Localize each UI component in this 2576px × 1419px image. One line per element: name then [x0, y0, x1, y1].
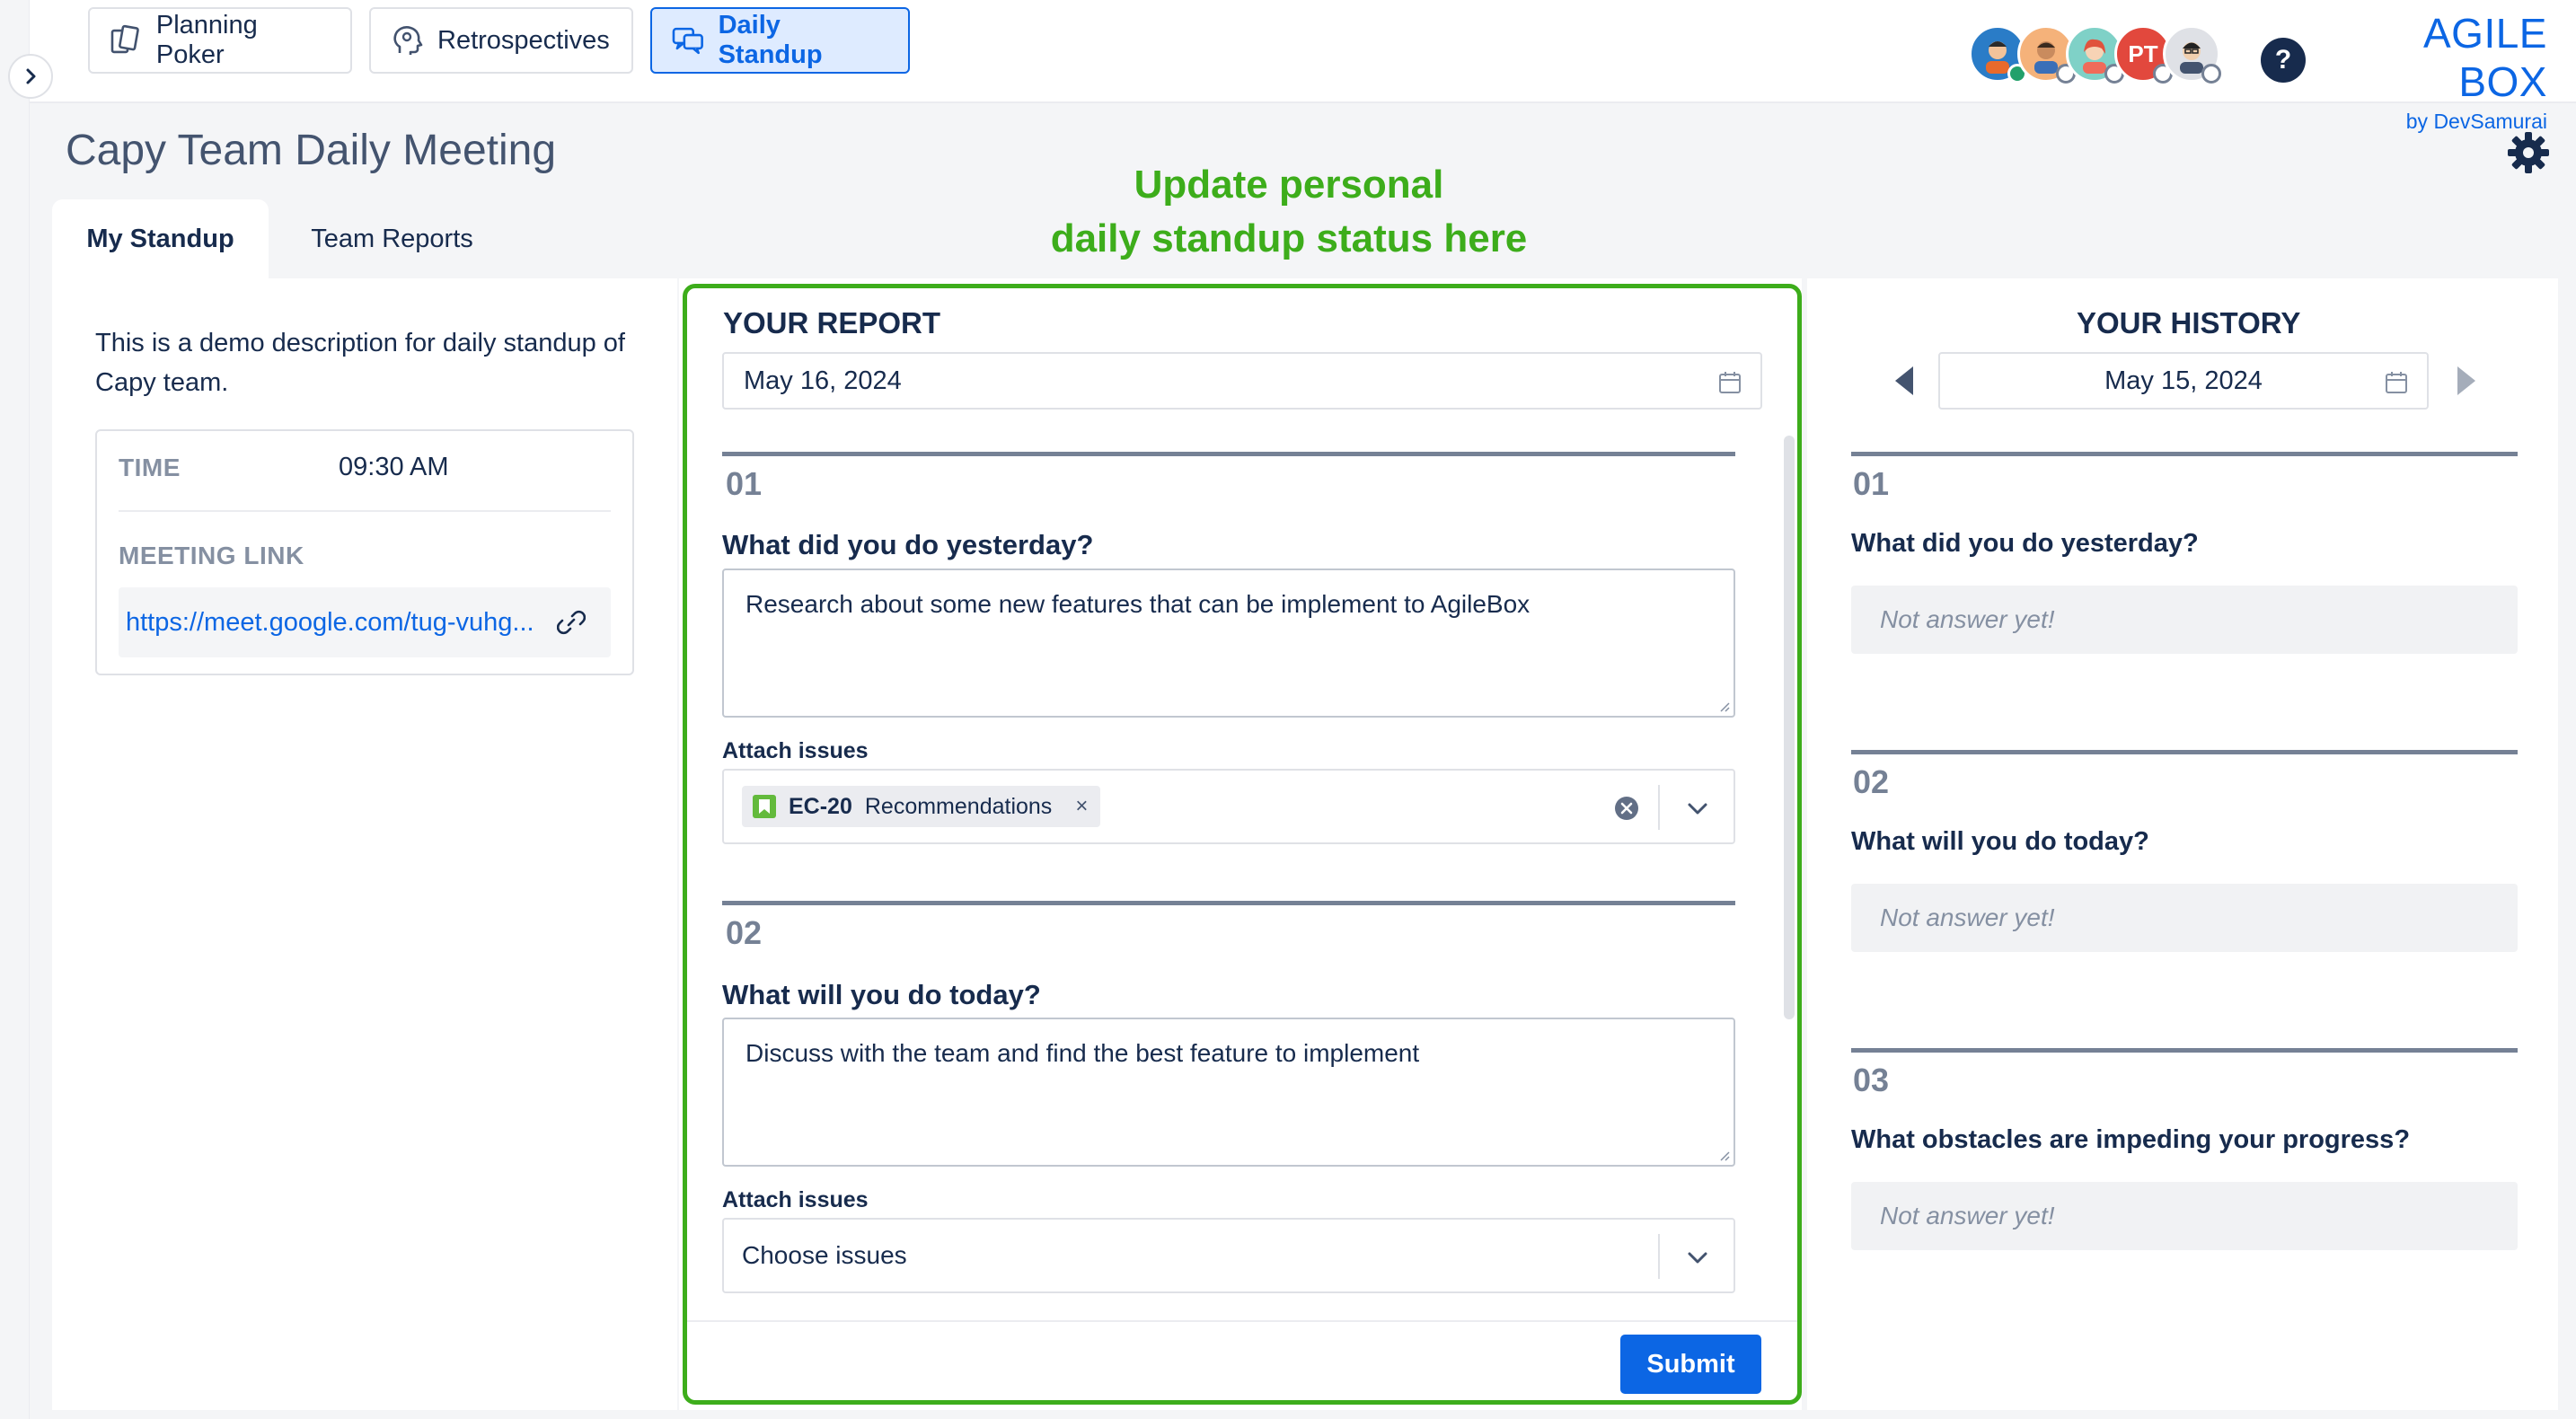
history-number: 02 [1853, 763, 1890, 800]
select-divider [1658, 785, 1660, 830]
annotation-line-2: daily standup status here [1050, 216, 1528, 260]
history-date: May 15, 2024 [2104, 366, 2263, 395]
brand-logo: AGILE BOX by DevSamurai [2332, 9, 2547, 134]
link-icon[interactable] [557, 608, 586, 637]
issue-key: EC-20 [789, 793, 852, 819]
tab-label: Team Reports [311, 224, 473, 253]
your-history-heading: YOUR HISTORY [2077, 306, 2301, 339]
history-divider [1851, 452, 2518, 456]
daily-standup-button[interactable]: Daily Standup [650, 7, 910, 74]
chevron-right-icon [26, 68, 36, 84]
your-report-heading: YOUR REPORT [723, 306, 941, 339]
question-number: 02 [726, 914, 763, 951]
retrospectives-label: Retrospectives [437, 25, 610, 55]
story-icon [753, 795, 776, 818]
history-number: 01 [1853, 465, 1890, 502]
history-question: What obstacles are impeding your progres… [1851, 1125, 2411, 1154]
report-scrollbar[interactable] [1784, 436, 1795, 1019]
calendar-icon [2386, 372, 2407, 393]
footer-divider [686, 1320, 1797, 1322]
clear-icon[interactable] [1613, 795, 1640, 822]
yesterday-answer-textarea[interactable]: Research about some new features that ca… [722, 568, 1735, 718]
meeting-link[interactable]: https://meet.google.com/tug-vuhg... [126, 608, 539, 638]
head-icon [393, 26, 423, 55]
tab-my-standup[interactable]: My Standup [52, 199, 269, 278]
meeting-link-box: https://meet.google.com/tug-vuhg... [119, 587, 611, 657]
report-date: May 16, 2024 [744, 366, 902, 395]
history-answer: Not answer yet! [1851, 1182, 2518, 1250]
select-placeholder: Choose issues [742, 1241, 907, 1269]
daily-standup-label: Daily Standup [718, 11, 823, 69]
resize-handle-icon[interactable] [1717, 1149, 1730, 1161]
history-question: What will you do today? [1851, 827, 2149, 856]
issue-chip: EC-20 Recommendations × [742, 786, 1101, 827]
history-date-picker[interactable]: May 15, 2024 [1938, 352, 2429, 410]
participants-avatars[interactable]: PT [1969, 25, 2221, 84]
help-icon: ? [2274, 45, 2292, 75]
expand-sidebar-button[interactable] [8, 54, 53, 99]
brand-title: AGILE BOX [2422, 10, 2547, 105]
answer-text: Discuss with the team and find the best … [745, 1039, 1420, 1067]
divider [119, 510, 611, 512]
planning-poker-label: Planning Poker [155, 11, 258, 69]
attach-issues-select[interactable]: Choose issues [722, 1218, 1735, 1293]
previous-day-icon[interactable] [1892, 365, 1919, 397]
tab-label: My Standup [86, 224, 234, 253]
meeting-description: This is a demo description for daily sta… [95, 329, 625, 397]
resize-handle-icon[interactable] [1717, 700, 1730, 712]
next-day-icon[interactable] [2452, 365, 2479, 397]
history-divider [1851, 750, 2518, 754]
history-number: 03 [1853, 1062, 1890, 1098]
page-title: Capy Team Daily Meeting [66, 127, 557, 174]
retrospectives-button[interactable]: Retrospectives [369, 7, 633, 74]
planning-poker-button[interactable]: Planning Poker [88, 7, 352, 74]
gear-icon[interactable] [2506, 130, 2551, 175]
time-value: 09:30 AM [339, 453, 449, 481]
answer-text: Research about some new features that ca… [745, 590, 1531, 618]
avatar[interactable] [2163, 25, 2221, 84]
chat-icon [672, 27, 703, 55]
history-answer: Not answer yet! [1851, 884, 2518, 952]
attach-issues-label: Attach issues [722, 1187, 869, 1212]
chevron-down-icon[interactable] [1683, 794, 1712, 823]
question-divider [722, 901, 1735, 905]
avatar-initials: PT [2128, 40, 2158, 67]
left-rail [0, 0, 30, 1419]
tab-team-reports[interactable]: Team Reports [269, 199, 516, 278]
question-divider [722, 452, 1735, 456]
question-number: 01 [726, 465, 763, 502]
offline-status-dot [2201, 64, 2221, 84]
issue-title: Recommendations [864, 793, 1053, 819]
history-question: What did you do yesterday? [1851, 529, 2199, 558]
time-label: TIME [119, 454, 181, 481]
question-text: What will you do today? [722, 979, 1041, 1010]
annotation-callout: Update personal daily standup status her… [988, 158, 1590, 266]
submit-button[interactable]: Submit [1620, 1335, 1761, 1394]
remove-issue-button[interactable]: × [1075, 794, 1088, 819]
chevron-down-icon[interactable] [1683, 1243, 1712, 1272]
meeting-link-label: MEETING LINK [119, 542, 304, 569]
annotation-line-1: Update personal [1134, 163, 1444, 207]
help-button[interactable]: ? [2261, 38, 2306, 83]
attach-issues-select[interactable]: EC-20 Recommendations × [722, 769, 1735, 844]
calendar-icon [1719, 372, 1741, 393]
cards-icon [110, 24, 139, 54]
today-answer-textarea[interactable]: Discuss with the team and find the best … [722, 1018, 1735, 1167]
question-text: What did you do yesterday? [722, 529, 1094, 560]
history-divider [1851, 1048, 2518, 1053]
select-divider [1658, 1234, 1660, 1279]
report-date-picker[interactable]: May 16, 2024 [722, 352, 1762, 410]
history-answer: Not answer yet! [1851, 586, 2518, 654]
attach-issues-label: Attach issues [722, 738, 869, 763]
